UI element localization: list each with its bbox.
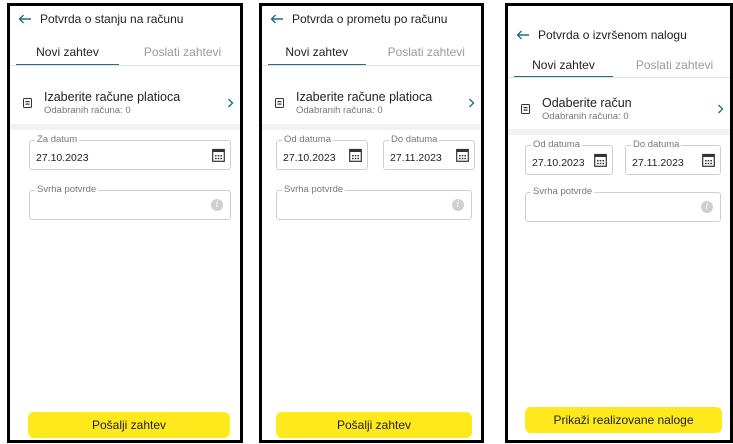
date-to-field[interactable]: Do datuma 27.11.2023	[625, 139, 721, 175]
card-icon	[262, 98, 296, 108]
tabs-divider	[10, 65, 240, 66]
date-to-value: 27.11.2023	[390, 152, 442, 164]
selected-accounts-count: Odabranih računa: 0	[542, 110, 629, 122]
section-divider	[262, 124, 481, 130]
back-arrow-icon[interactable]	[262, 6, 292, 32]
selected-accounts-count: Odabranih računa: 0	[296, 104, 383, 116]
date-field[interactable]: Za datum 27.10.2023	[29, 134, 231, 170]
tab-bar: Novi zahtev Poslati zahtevi	[508, 52, 730, 78]
select-account-label: Odaberite račun	[542, 95, 632, 110]
card-icon	[508, 104, 542, 114]
purpose-field-label: Svrha potvrde	[35, 184, 99, 196]
select-accounts-row[interactable]: Izaberite račune platioca Odabranih raču…	[10, 82, 240, 124]
page-title: Potvrda o izvršenom nalogu	[538, 28, 687, 42]
calendar-icon[interactable]	[456, 148, 469, 162]
calendar-icon[interactable]	[702, 153, 715, 167]
date-from-value: 27.10.2023	[532, 157, 585, 169]
date-to-label: Do datuma	[389, 134, 440, 146]
tab-sent-requests[interactable]: Poslati zahtevi	[619, 52, 730, 78]
tab-sent-requests[interactable]: Poslati zahtevi	[372, 38, 482, 66]
tab-sent-requests[interactable]: Poslati zahtevi	[125, 38, 240, 66]
page-title: Potvrda o prometu po računu	[292, 12, 448, 26]
date-field-value: 27.10.2023	[36, 152, 89, 164]
screen-3: Potvrda o izvršenom nalogu Novi zahtev P…	[508, 6, 730, 440]
date-to-field[interactable]: Do datuma 27.11.2023	[383, 134, 475, 170]
app-header: Potvrda o prometu po računu	[262, 6, 481, 32]
app-header: Potvrda o izvršenom nalogu	[508, 22, 730, 48]
selected-accounts-count: Odabranih računa: 0	[44, 104, 131, 116]
info-icon[interactable]: i	[452, 199, 464, 211]
date-field-label: Za datum	[35, 134, 80, 146]
app-header: Potvrda o stanju na računu	[10, 6, 240, 32]
phone-frame-2: Potvrda o prometu po računu Novi zahtev …	[259, 3, 484, 443]
select-account-row[interactable]: Odaberite račun Odabranih računa: 0	[508, 88, 730, 130]
date-from-label: Od datuma	[282, 134, 333, 146]
purpose-field[interactable]: Svrha potvrde i	[525, 186, 721, 222]
show-completed-orders-button[interactable]: Prikaži realizovane naloge	[525, 407, 722, 433]
phone-frame-3: Potvrda o izvršenom nalogu Novi zahtev P…	[505, 3, 733, 443]
tab-new-request[interactable]: Novi zahtev	[262, 38, 372, 66]
purpose-field[interactable]: Svrha potvrde i	[29, 184, 231, 220]
send-request-button[interactable]: Pošalji zahtev	[28, 412, 230, 438]
calendar-icon[interactable]	[349, 148, 362, 162]
tab-bar: Novi zahtev Poslati zahtevi	[262, 38, 481, 66]
tab-bar: Novi zahtev Poslati zahtevi	[10, 38, 240, 66]
info-icon[interactable]: i	[701, 201, 713, 213]
select-accounts-label: Izaberite račune platioca	[44, 89, 181, 104]
date-from-field[interactable]: Od datuma 27.10.2023	[276, 134, 368, 170]
calendar-icon[interactable]	[212, 148, 225, 162]
chevron-right-icon	[220, 98, 240, 108]
info-icon[interactable]: i	[211, 199, 223, 211]
back-arrow-icon[interactable]	[10, 6, 40, 32]
purpose-field-label: Svrha potvrde	[531, 186, 595, 198]
page-title: Potvrda o stanju na računu	[40, 12, 184, 26]
select-accounts-label: Izaberite račune platioca	[296, 89, 433, 104]
date-to-label: Do datuma	[631, 139, 682, 151]
screen-2: Potvrda o prometu po računu Novi zahtev …	[262, 6, 481, 440]
chevron-right-icon	[461, 98, 481, 108]
send-request-button[interactable]: Pošalji zahtev	[276, 412, 472, 438]
purpose-field[interactable]: Svrha potvrde i	[276, 184, 472, 220]
date-from-field[interactable]: Od datuma 27.10.2023	[525, 139, 613, 175]
date-to-value: 27.11.2023	[632, 157, 684, 169]
purpose-field-label: Svrha potvrde	[282, 184, 346, 196]
screen-1: Potvrda o stanju na računu Novi zahtev P…	[10, 6, 240, 440]
section-divider	[508, 129, 730, 135]
tab-new-request[interactable]: Novi zahtev	[10, 38, 125, 66]
date-from-label: Od datuma	[531, 139, 582, 151]
date-from-value: 27.10.2023	[283, 152, 336, 164]
chevron-right-icon	[710, 104, 730, 114]
tab-new-request[interactable]: Novi zahtev	[508, 52, 619, 78]
select-accounts-row[interactable]: Izaberite račune platioca Odabranih raču…	[262, 82, 481, 124]
back-arrow-icon[interactable]	[508, 22, 538, 48]
tabs-divider	[508, 77, 730, 78]
calendar-icon[interactable]	[594, 153, 607, 167]
tabs-divider	[262, 65, 481, 66]
card-icon	[10, 98, 44, 108]
phone-frame-1: Potvrda o stanju na računu Novi zahtev P…	[7, 3, 243, 443]
section-divider	[10, 124, 240, 130]
